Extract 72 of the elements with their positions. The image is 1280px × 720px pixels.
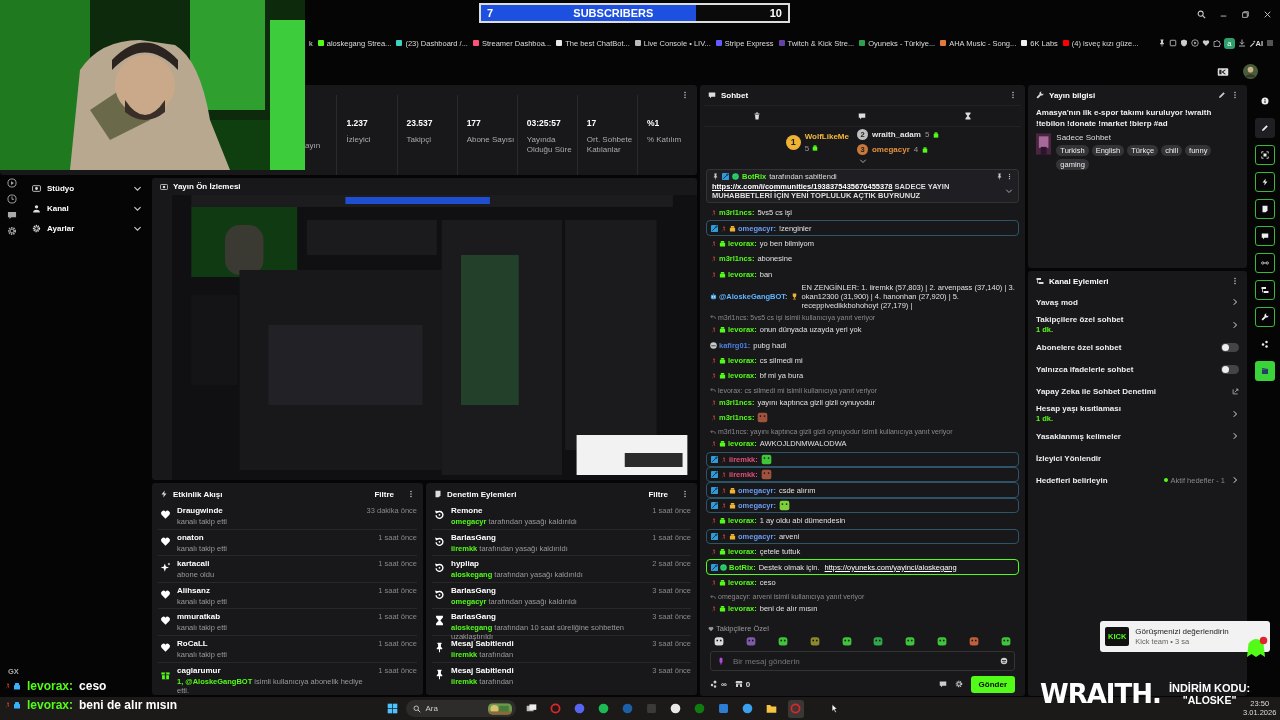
stat-value: 177	[466, 118, 482, 128]
leader-name: omegacyr	[871, 145, 910, 154]
moderation-target: hypliap	[451, 559, 480, 569]
event-user: mmuratkab	[177, 612, 222, 622]
setting-label[interactable]: Yalnızca ifadelerle sohbet	[1036, 364, 1215, 374]
promo-label: İNDİRİM KODU:	[1168, 682, 1251, 694]
event-user: Alihsanz	[177, 585, 211, 595]
panel-title: Denetim Eylemleri	[447, 489, 517, 499]
send-button[interactable]: Gönder	[970, 675, 1015, 693]
notification-title: Görüşmenizi değerlendirin	[1135, 627, 1229, 636]
stat-value: %1	[646, 118, 661, 128]
overlay-username: levorax:	[27, 678, 74, 693]
category-name[interactable]: Sadece Sohbet	[1056, 133, 1239, 142]
store-button[interactable]: 0	[734, 679, 751, 689]
panel-title: Yayın bilgisi	[1049, 90, 1096, 100]
stat-label: % Katılım	[646, 135, 683, 145]
event-user: caglarumur	[177, 665, 222, 675]
setting-label[interactable]: Hedefleri belirleyin	[1036, 475, 1159, 485]
stat-value: 03:25:57	[526, 118, 562, 128]
leader-name: wraith_adam	[871, 130, 921, 139]
stat-label: Takipçi	[406, 135, 432, 145]
leader-count: 5	[804, 143, 810, 153]
moderation-target: BarlasGang	[451, 532, 497, 542]
moderation-target: BarlasGang	[451, 612, 497, 622]
panel-title: Yayın Ön İzlemesi	[173, 182, 241, 191]
filter-button[interactable]: Filtre	[374, 489, 394, 499]
leader-name: WolfLikeMe	[804, 131, 849, 141]
setting-label[interactable]: İzleyici Yönlendir	[1036, 453, 1239, 463]
leader-count: 5	[924, 130, 930, 139]
stat-label: Abone Sayısı	[466, 135, 516, 145]
stat-value: 17	[586, 118, 598, 128]
setting-label[interactable]: Yavaş mod	[1036, 297, 1225, 307]
stat-value: 23.537	[406, 118, 434, 128]
leader-count: 4	[913, 145, 919, 154]
setting-label[interactable]: Yasaklanmış kelimeler	[1036, 431, 1225, 441]
message-input[interactable]: Bir mesaj gönderin	[733, 656, 992, 666]
sidebar-item[interactable]: Kanal	[24, 198, 150, 218]
moderation-target: Mesaj Sabitlendi	[451, 665, 515, 675]
event-user: Draugwinde	[177, 506, 224, 515]
stream-title: Amasya'nın ilk e-spor takımı kuruluyor !wraith !tebilon !donate !market !bierp #ad	[1036, 107, 1213, 129]
overlay-message: beni de alır mısın	[79, 697, 178, 712]
brand-name: WRAITH.	[1040, 679, 1161, 709]
goal-target: 10	[769, 7, 782, 19]
goal-label: SUBSCRIBERS	[572, 7, 655, 19]
filter-button[interactable]: Filtre	[648, 489, 668, 499]
sidebar-item[interactable]: Stüdyo	[24, 178, 150, 198]
setting-label[interactable]: Abonelere özel sohbet	[1036, 342, 1215, 352]
stat-label: Yayında Olduğu Süre	[526, 135, 573, 155]
sidebar-item[interactable]: Ayarlar	[24, 218, 150, 238]
goal-current: 7	[487, 7, 495, 19]
overlay-message: ceso	[79, 678, 107, 693]
panel-title: Etkinlik Akışı	[173, 489, 223, 499]
rank-medal: 1	[785, 134, 801, 150]
moderation-target: Remone	[451, 506, 484, 515]
overlay-username: levorax:	[27, 697, 74, 712]
panel-title: Kanal Eylemleri	[1049, 276, 1109, 286]
stat-label: Ort. Sohbete Katılanlar	[586, 135, 634, 155]
search-field[interactable]: Ara	[405, 700, 516, 717]
event-user: RoCaLL	[177, 638, 209, 648]
promo-code: "ALOSKE"	[1182, 694, 1237, 706]
setting-label[interactable]: Hesap yaşı kısıtlaması	[1036, 404, 1225, 413]
stat-label: ayın	[305, 141, 322, 151]
stat-value: 1.237	[346, 118, 369, 128]
event-user: kartacali	[177, 559, 211, 569]
setting-label[interactable]: Yapay Zeka ile Sohbet Denetimi	[1036, 386, 1226, 396]
panel-title: Sohbet	[721, 90, 749, 100]
stat-label: İzleyici	[346, 135, 372, 145]
moderation-target: BarlasGang	[451, 585, 497, 595]
setting-label[interactable]: Takipçilere özel sohbet	[1036, 315, 1225, 324]
message-field[interactable]: Bir mesaj gönderin	[710, 651, 1015, 671]
points-button[interactable]: ∞	[710, 679, 727, 689]
event-user: onaton	[177, 532, 205, 542]
